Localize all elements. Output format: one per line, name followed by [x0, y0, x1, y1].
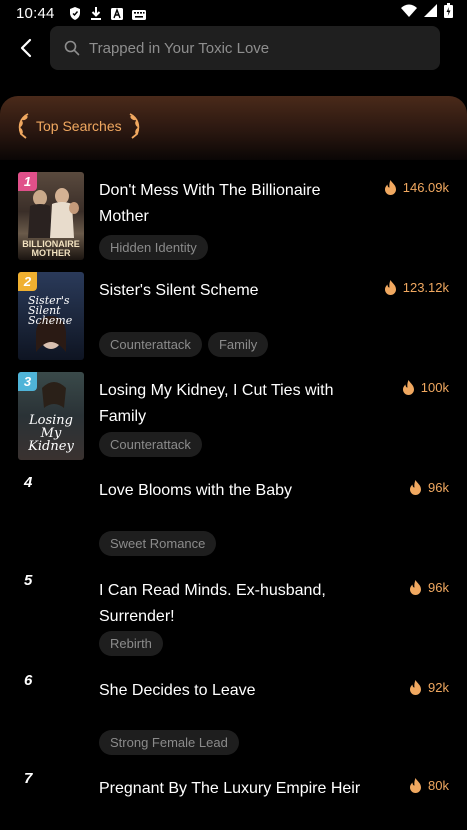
heat-value: 123.12k	[402, 280, 449, 295]
heat-indicator: 92k	[409, 680, 449, 695]
tag-list: Hidden Identity	[99, 235, 208, 260]
list-item[interactable]: 7 Pregnant By The Luxury Empire Heir 80k	[0, 768, 467, 830]
search-bar[interactable]	[50, 26, 440, 70]
drama-title[interactable]: Sister's Silent Scheme	[99, 278, 361, 304]
heat-value: 96k	[428, 580, 449, 595]
heat-indicator: 96k	[409, 480, 449, 495]
heat-value: 100k	[420, 380, 449, 395]
heat-value: 92k	[428, 680, 449, 695]
heat-indicator: 100k	[402, 380, 449, 395]
keyboard-icon	[131, 7, 146, 20]
heat-indicator: 146.09k	[384, 180, 449, 195]
genre-tag[interactable]: Counterattack	[99, 432, 202, 457]
cover-title: BILLIONAIRE MOTHER	[22, 239, 80, 258]
list-item[interactable]: 5 I Can Read Minds. Ex-husband, Surrende…	[0, 570, 467, 662]
list-item[interactable]: 6 She Decides to Leave 92k Strong Female…	[0, 670, 467, 762]
tag-list: Strong Female Lead	[99, 730, 239, 755]
laurel-left-icon	[18, 113, 29, 139]
status-bar: 10:44	[0, 0, 467, 26]
status-time: 10:44	[16, 4, 55, 22]
list-item[interactable]: Sister's Silent Scheme 2 Sister's Silent…	[0, 270, 467, 362]
chevron-left-icon	[20, 38, 32, 58]
search-icon	[64, 40, 80, 56]
rank-number: 6	[24, 672, 33, 689]
battery-icon	[444, 3, 453, 23]
rank-number: 7	[24, 770, 33, 787]
cover-title: Losing My Kidney	[28, 413, 74, 454]
signal-icon	[424, 4, 437, 22]
rank-badge: 2	[18, 272, 37, 291]
book-cover[interactable]: Sister's Silent Scheme 2	[18, 272, 84, 360]
genre-tag[interactable]: Sweet Romance	[99, 531, 217, 556]
drama-title[interactable]: Losing My Kidney, I Cut Ties with Family	[99, 378, 361, 430]
wifi-icon	[401, 4, 417, 22]
tag-list: Counterattack Family	[99, 332, 269, 357]
flame-icon	[410, 680, 422, 695]
book-cover[interactable]: BILLIONAIRE MOTHER 1	[18, 172, 84, 260]
heat-indicator: 123.12k	[384, 280, 449, 295]
heat-value: 80k	[428, 778, 449, 793]
drama-title[interactable]: Love Blooms with the Baby	[99, 478, 361, 504]
search-input[interactable]	[89, 39, 409, 57]
search-header	[0, 26, 467, 70]
list-item[interactable]: 4 Love Blooms with the Baby 96k Sweet Ro…	[0, 470, 467, 562]
drama-title[interactable]: Don't Mess With The Billionaire Mother	[99, 178, 361, 230]
list-item[interactable]: BILLIONAIRE MOTHER 1 Don't Mess With The…	[0, 170, 467, 262]
rank-badge: 1	[18, 172, 37, 191]
heat-indicator: 96k	[409, 580, 449, 595]
drama-title[interactable]: Pregnant By The Luxury Empire Heir	[99, 776, 361, 802]
rank-number: 4	[24, 474, 33, 491]
top-searches-label: Top Searches	[36, 118, 122, 134]
rank-badge: 3	[18, 372, 37, 391]
genre-tag[interactable]: Hidden Identity	[99, 235, 208, 260]
heat-value: 146.09k	[402, 180, 449, 195]
shield-icon	[69, 7, 81, 20]
flame-icon	[384, 180, 396, 195]
genre-tag[interactable]: Family	[207, 332, 269, 357]
genre-tag[interactable]: Strong Female Lead	[99, 730, 239, 755]
tag-list: Sweet Romance	[99, 531, 217, 556]
heat-indicator: 80k	[409, 778, 449, 793]
download-icon	[90, 7, 102, 20]
font-icon	[110, 7, 123, 20]
flame-icon	[410, 480, 422, 495]
flame-icon	[410, 778, 422, 793]
book-cover[interactable]: Losing My Kidney 3	[18, 372, 84, 460]
cover-title: Sister's Silent Scheme	[28, 294, 73, 327]
heat-value: 96k	[428, 480, 449, 495]
drama-title[interactable]: She Decides to Leave	[99, 678, 361, 704]
tag-list: Counterattack	[99, 432, 202, 457]
genre-tag[interactable]: Counterattack	[99, 332, 202, 357]
tag-list: Rebirth	[99, 631, 163, 656]
top-searches-header: Top Searches	[16, 112, 142, 140]
top-searches-panel: Top Searches	[0, 96, 467, 160]
rank-number: 5	[24, 572, 33, 589]
back-button[interactable]	[12, 34, 40, 62]
list-item[interactable]: Losing My Kidney 3 Losing My Kidney, I C…	[0, 370, 467, 462]
flame-icon	[384, 280, 396, 295]
laurel-right-icon	[129, 113, 139, 139]
flame-icon	[410, 580, 422, 595]
genre-tag[interactable]: Rebirth	[99, 631, 163, 656]
flame-icon	[402, 380, 414, 395]
drama-title[interactable]: I Can Read Minds. Ex-husband, Surrender!	[99, 578, 361, 630]
